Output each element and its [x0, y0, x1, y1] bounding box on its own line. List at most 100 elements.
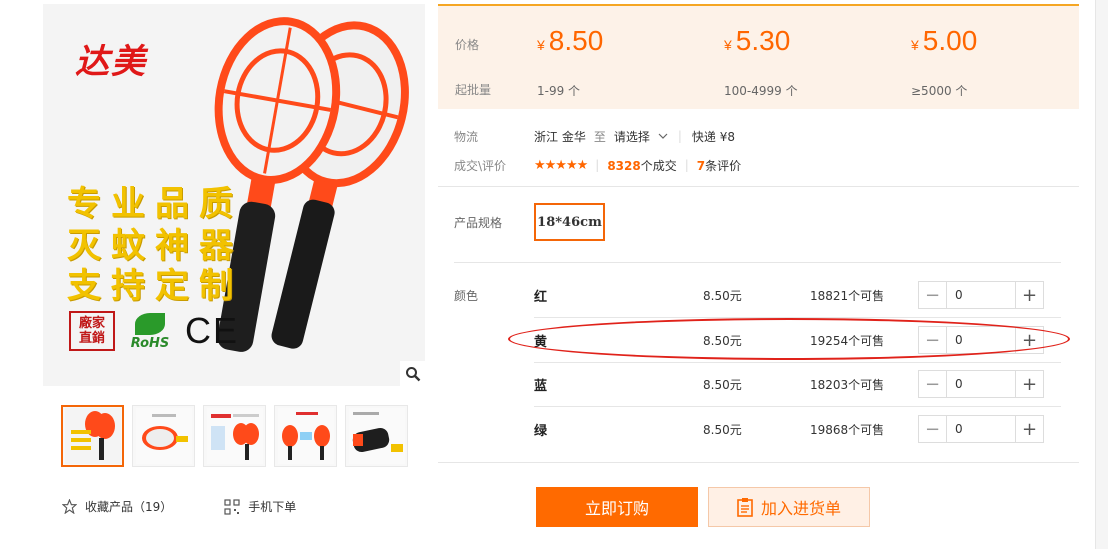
- review-count: 7: [696, 158, 706, 173]
- express-fee: 快递 ¥8: [691, 129, 735, 144]
- quantity-stepper: − 0 +: [918, 415, 1044, 443]
- add-to-list-label: 加入进货单: [760, 499, 841, 518]
- tier-price: 8.50: [548, 25, 604, 56]
- factory-direct-badge: 廠家直銷: [69, 311, 115, 351]
- review-count-link[interactable]: 7条评价: [697, 157, 741, 174]
- currency-symbol: ¥: [537, 37, 545, 53]
- sku-stock: 18203个可售: [810, 377, 885, 392]
- favorite-button[interactable]: 收藏产品（19）: [62, 498, 172, 515]
- divider: [454, 262, 1061, 263]
- leaf-icon: [135, 313, 165, 335]
- origin-location: 浙江 金华: [534, 129, 586, 144]
- sku-name: 蓝: [534, 378, 548, 394]
- plus-icon[interactable]: +: [1015, 371, 1043, 397]
- destination-label: 请选择: [613, 129, 650, 144]
- minus-icon[interactable]: −: [919, 371, 947, 397]
- mobile-order-button[interactable]: 手机下单: [224, 498, 296, 515]
- quantity-input[interactable]: 0: [947, 327, 1015, 353]
- quantity-input[interactable]: 0: [947, 371, 1015, 397]
- divider: [438, 462, 1079, 463]
- rating-stars: ★★★★★: [534, 157, 588, 173]
- price-tier-3: ¥5.00 ≥5000 个: [911, 26, 977, 99]
- sku-price: 8.50元: [703, 288, 742, 303]
- divider: [438, 186, 1079, 187]
- clipboard-icon: [737, 498, 753, 517]
- quantity-input[interactable]: 0: [947, 282, 1015, 308]
- brand-logo: 达美: [75, 42, 147, 82]
- plus-icon[interactable]: +: [1015, 416, 1043, 442]
- sku-name: 绿: [534, 423, 548, 439]
- thumbnail-3[interactable]: [203, 405, 266, 467]
- quantity-stepper: − 0 +: [918, 326, 1044, 354]
- quantity-stepper: − 0 +: [918, 370, 1044, 398]
- main-product-image[interactable]: 达美 专业品质 灭蚊神器 支持定制 廠家直銷 RoHS CE: [43, 4, 425, 386]
- tier-price: 5.30: [735, 25, 791, 56]
- add-to-list-button[interactable]: 加入进货单: [708, 487, 870, 527]
- tier-qty: ≥5000 个: [911, 84, 968, 98]
- price-panel: 价格 起批量 ¥8.50 1-99 个 ¥5.30 100-4999 个 ¥5.…: [438, 4, 1079, 109]
- star-outline-icon: [62, 499, 77, 514]
- slogan-line-3: 支持定制: [67, 266, 243, 306]
- review-suffix: 条评价: [705, 158, 742, 173]
- thumbnail-strip: [61, 405, 408, 467]
- tier-qty: 1-99 个: [537, 84, 581, 98]
- rohs-label: RoHS: [130, 336, 170, 351]
- tier-price: 5.00: [922, 25, 978, 56]
- currency-symbol: ¥: [911, 37, 919, 53]
- sku-name: 黄: [534, 334, 548, 350]
- spec-option-18x46[interactable]: 18*46cm: [534, 203, 605, 241]
- plus-icon[interactable]: +: [1015, 327, 1043, 353]
- scrollbar[interactable]: [1095, 0, 1108, 549]
- logistics-row: 物流 浙江 金华 至 请选择 | 快递 ¥8: [454, 128, 735, 145]
- deal-suffix: 个成交: [640, 158, 677, 173]
- shipping-and-deals: 物流 浙江 金华 至 请选择 | 快递 ¥8 成交\评价 ★★★★★ | 832…: [454, 126, 741, 184]
- mobile-order-label: 手机下单: [248, 500, 297, 514]
- sku-price: 8.50元: [703, 377, 742, 392]
- favorite-label: 收藏产品（19）: [85, 500, 173, 514]
- color-label: 颜色: [454, 289, 479, 303]
- magnifier-icon[interactable]: [400, 361, 425, 386]
- price-tier-2: ¥5.30 100-4999 个: [724, 26, 798, 99]
- logistics-label: 物流: [454, 129, 479, 144]
- chevron-down-icon: [658, 133, 668, 139]
- rohs-badge: RoHS: [123, 311, 177, 351]
- buy-now-button[interactable]: 立即订购: [536, 487, 698, 527]
- qr-code-icon: [224, 498, 240, 515]
- to-text: 至: [593, 129, 606, 144]
- deals-row: 成交\评价 ★★★★★ | 8328个成交 | 7条评价: [454, 157, 742, 174]
- sku-row-yellow: 黄 8.50元 19254个可售 − 0 +: [534, 318, 1061, 362]
- quantity-input[interactable]: 0: [947, 416, 1015, 442]
- tier-qty: 100-4999 个: [724, 84, 798, 98]
- spec-row: 产品规格 18*46cm: [454, 203, 605, 241]
- sku-row-green: 绿 8.50元 19868个可售 − 0 +: [534, 407, 1061, 451]
- minus-icon[interactable]: −: [919, 416, 947, 442]
- sku-row-blue: 蓝 8.50元 18203个可售 − 0 +: [534, 362, 1061, 406]
- thumbnail-4[interactable]: [274, 405, 337, 467]
- thumbnail-1[interactable]: [61, 405, 124, 467]
- plus-icon[interactable]: +: [1015, 282, 1043, 308]
- sku-row-red: 红 8.50元 18821个可售 − 0 +: [534, 273, 1061, 317]
- moq-label: 起批量: [455, 83, 492, 97]
- minus-icon[interactable]: −: [919, 282, 947, 308]
- sku-stock: 18821个可售: [810, 288, 885, 303]
- price-label: 价格: [455, 38, 480, 52]
- minus-icon[interactable]: −: [919, 327, 947, 353]
- sku-stock: 19254个可售: [810, 333, 885, 348]
- deal-count-link[interactable]: 8328个成交: [607, 157, 676, 174]
- deals-label: 成交\评价: [454, 158, 507, 173]
- thumbnail-5[interactable]: [345, 405, 408, 467]
- sku-price: 8.50元: [703, 333, 742, 348]
- quantity-stepper: − 0 +: [918, 281, 1044, 309]
- sku-name: 红: [534, 289, 548, 305]
- deal-count: 8328: [607, 158, 641, 173]
- sku-price: 8.50元: [703, 422, 742, 437]
- certification-badges: 廠家直銷 RoHS CE: [69, 310, 239, 352]
- thumbnail-2[interactable]: [132, 405, 195, 467]
- destination-select[interactable]: 请选择: [614, 128, 668, 145]
- left-actions: 收藏产品（19） 手机下单: [62, 498, 348, 515]
- sku-stock: 19868个可售: [810, 422, 885, 437]
- price-tier-1: ¥8.50 1-99 个: [537, 26, 603, 99]
- spec-label: 产品规格: [454, 215, 503, 230]
- ce-badge: CE: [185, 310, 240, 351]
- currency-symbol: ¥: [724, 37, 732, 53]
